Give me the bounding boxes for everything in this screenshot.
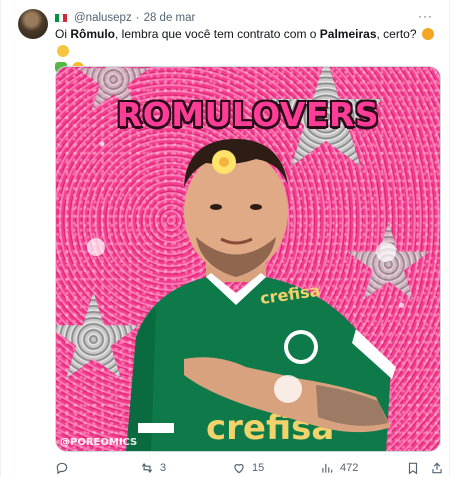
views-icon xyxy=(322,463,333,473)
tweet[interactable]: @nalusepz · 28 de mar ··· Oi Rômulo, lem… xyxy=(0,0,450,477)
retweet-count: 3 xyxy=(160,462,167,474)
heart-icon xyxy=(234,464,244,474)
retweet-button[interactable]: 3 xyxy=(140,461,166,475)
mention-romulo: Rômulo xyxy=(70,27,116,41)
image-headline: ROMULOVERS xyxy=(116,95,380,134)
views-button[interactable]: 472 xyxy=(320,461,358,475)
separator: · xyxy=(135,12,140,24)
views-count: 472 xyxy=(340,462,359,474)
shushing-hand-icon xyxy=(57,45,69,57)
like-button[interactable]: 15 xyxy=(232,461,264,475)
reply-icon xyxy=(56,462,68,475)
retweet-icon xyxy=(141,462,153,474)
italy-flag-icon xyxy=(55,14,67,22)
share-icon xyxy=(432,462,442,474)
tweet-date[interactable]: 28 de mar xyxy=(144,10,196,26)
smiling-face-with-hearts-icon xyxy=(421,28,434,40)
share-button[interactable] xyxy=(430,461,444,475)
image-watermark: @POREOMICS xyxy=(60,437,138,448)
more-options-icon[interactable]: ··· xyxy=(418,10,433,22)
like-count: 15 xyxy=(252,462,265,474)
mention-palmeiras: Palmeiras xyxy=(319,27,377,41)
tweet-header: @nalusepz · 28 de mar xyxy=(55,10,419,26)
tweet-actions: 3 15 472 xyxy=(55,461,442,475)
bookmark-icon xyxy=(408,462,418,475)
tweet-image[interactable]: crefisa crefisa ROMULOVERS @POREOMICS xyxy=(55,66,441,452)
bookmark-button[interactable] xyxy=(406,461,420,475)
reply-button[interactable] xyxy=(55,461,75,475)
user-handle[interactable]: @nalusepz xyxy=(74,10,132,26)
avatar[interactable] xyxy=(18,9,48,39)
